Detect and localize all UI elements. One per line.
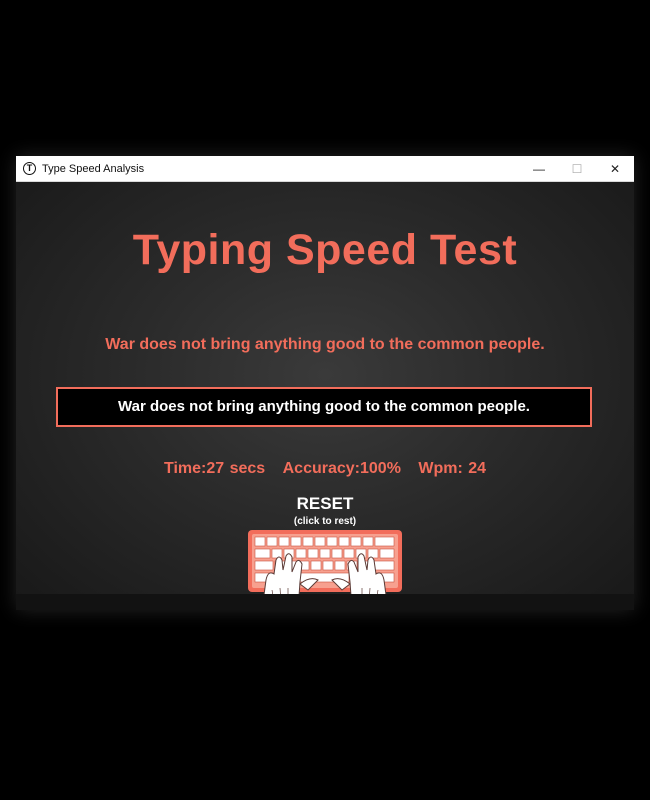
time-stat: Time:27 secs <box>163 460 266 477</box>
main-content: Typing Speed Test War does not bring any… <box>16 182 634 610</box>
app-window: T Type Speed Analysis — ☐ ✕ Typing Speed… <box>16 156 634 610</box>
reset-label: RESET <box>296 494 354 513</box>
reset-button[interactable]: RESET (click to rest) <box>275 494 375 527</box>
stats-line: Time:27 secs Accuracy:100% Wpm: 24 <box>16 460 634 478</box>
minimize-button[interactable]: — <box>520 156 558 181</box>
window-title: Type Speed Analysis <box>42 162 145 175</box>
maximize-button[interactable]: ☐ <box>558 156 596 181</box>
page-title: Typing Speed Test <box>132 226 518 274</box>
wpm-stat: Wpm: 24 <box>418 460 487 477</box>
accuracy-stat: Accuracy:100% <box>282 460 401 477</box>
typing-input[interactable]: War does not bring anything good to the … <box>56 387 592 427</box>
reset-sublabel: (click to rest) <box>293 516 357 527</box>
sample-sentence: War does not bring anything good to the … <box>105 336 545 353</box>
app-icon: T <box>23 162 36 175</box>
window-controls: — ☐ ✕ <box>520 156 634 181</box>
bottom-strip <box>16 594 634 610</box>
title-bar[interactable]: T Type Speed Analysis — ☐ ✕ <box>16 156 634 182</box>
close-button[interactable]: ✕ <box>596 156 634 181</box>
